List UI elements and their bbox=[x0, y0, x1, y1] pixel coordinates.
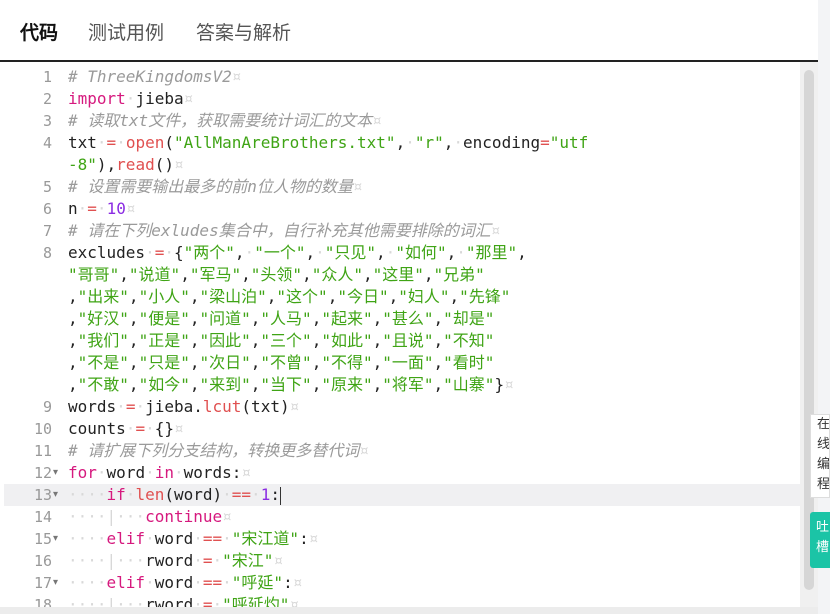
code-line[interactable]: 8 excludes·=·{"两个",·"一个",·"只见",·"如何",·"那里… bbox=[4, 242, 804, 264]
code-line[interactable]: 13 ▾ ····if·len(word)·==·1: bbox=[4, 484, 804, 506]
code-text[interactable]: # 请在下列exludes集合中，自行补充其他需要排除的词汇¤ bbox=[68, 220, 500, 242]
code-text[interactable]: n·=·10¤ bbox=[68, 198, 135, 220]
line-number: 2 bbox=[42, 90, 52, 108]
line-number: 13 bbox=[33, 486, 52, 504]
code-line[interactable]: 10 counts·=·{}¤ bbox=[4, 418, 804, 440]
code-text[interactable]: ····if·len(word)·==·1: bbox=[68, 484, 281, 506]
tab-test-cases[interactable]: 测试用例 bbox=[88, 18, 164, 45]
code-line[interactable]: 1 # ThreeKingdomsV2¤ bbox=[4, 66, 804, 88]
line-number: 9 bbox=[42, 398, 52, 416]
code-text[interactable]: ····elif·word·==·"宋江道":¤ bbox=[68, 528, 318, 550]
code-line[interactable]: ,"不敢","如今","来到","当下","原来","将军","山寨"}¤ bbox=[4, 374, 804, 396]
code-line[interactable]: 6 n·=·10¤ bbox=[4, 198, 804, 220]
code-text[interactable]: -8"),read()¤ bbox=[68, 154, 184, 176]
code-text[interactable]: import·jieba¤ bbox=[68, 88, 193, 110]
line-number: 16 bbox=[33, 552, 52, 570]
tab-answer-analysis[interactable]: 答案与解析 bbox=[196, 18, 291, 45]
code-line[interactable]: ,"出来","小人","梁山泊","这个","今日","妇人","先锋" bbox=[4, 286, 804, 308]
line-number: 1 bbox=[42, 68, 52, 86]
code-panel: 代码 测试用例 答案与解析 1 # ThreeKingdomsV2¤ 2 import… bbox=[0, 0, 818, 614]
tab-code[interactable]: 代码 bbox=[20, 18, 58, 45]
line-number: 15 bbox=[33, 530, 52, 548]
code-text[interactable]: for·word·in·words:¤ bbox=[68, 462, 251, 484]
code-text[interactable]: ,"不是","只是","次日","不曾","不得","一面","看时" bbox=[68, 352, 494, 374]
code-text[interactable]: ,"我们","正是","因此","三个","如此","且说","不知" bbox=[68, 330, 494, 352]
code-line[interactable]: ,"不是","只是","次日","不曾","不得","一面","看时" bbox=[4, 352, 804, 374]
code-line[interactable]: 3 # 读取txt文件，获取需要统计词汇的文本¤ bbox=[4, 110, 804, 132]
code-line[interactable]: 4 txt·=·open("AllManAreBrothers.txt",·"r"… bbox=[4, 132, 804, 154]
code-text[interactable]: ,"出来","小人","梁山泊","这个","今日","妇人","先锋" bbox=[68, 286, 510, 308]
side-note: 在线编程 bbox=[810, 414, 830, 498]
code-text[interactable]: ····elif·word·==·"呼延":¤ bbox=[68, 572, 302, 594]
code-text[interactable]: # 设置需要输出最多的前n位人物的数量¤ bbox=[68, 176, 363, 198]
line-number: 8 bbox=[42, 244, 52, 262]
line-number: 10 bbox=[33, 420, 52, 438]
code-text[interactable]: words·=·jieba.lcut(txt)¤ bbox=[68, 396, 299, 418]
code-text[interactable]: ,"不敢","如今","来到","当下","原来","将军","山寨"}¤ bbox=[68, 374, 514, 396]
code-line[interactable]: 9 words·=·jieba.lcut(txt)¤ bbox=[4, 396, 804, 418]
fold-arrow-icon[interactable]: ▾ bbox=[53, 528, 58, 550]
line-number: 4 bbox=[42, 134, 52, 152]
code-line[interactable]: 18 ····|···rword·=·"呼延灼"¤ bbox=[4, 594, 804, 607]
code-text[interactable]: # 读取txt文件，获取需要统计词汇的文本¤ bbox=[68, 110, 382, 132]
code-editor[interactable]: 1 # ThreeKingdomsV2¤ 2 import·jieba¤ 3 # 读取tx… bbox=[4, 62, 818, 607]
code-line[interactable]: ,"好汉","便是","问道","人马","起来","甚么","却是" bbox=[4, 308, 804, 330]
code-line[interactable]: 7 # 请在下列exludes集合中，自行补充其他需要排除的词汇¤ bbox=[4, 220, 804, 242]
line-number: 7 bbox=[42, 222, 52, 240]
code-line[interactable]: 15 ▾ ····elif·word·==·"宋江道":¤ bbox=[4, 528, 804, 550]
line-number: 5 bbox=[42, 178, 52, 196]
code-line[interactable]: 16 ····|···rword·=·"宋江"¤ bbox=[4, 550, 804, 572]
code-text[interactable]: # ThreeKingdomsV2¤ bbox=[68, 66, 241, 88]
code-text[interactable]: ····|···rword·=·"宋江"¤ bbox=[68, 550, 283, 572]
code-text[interactable]: excludes·=·{"两个",·"一个",·"只见",·"如何",·"那里"… bbox=[68, 242, 527, 264]
code-text[interactable]: txt·=·open("AllManAreBrothers.txt",·"r",… bbox=[68, 132, 588, 154]
code-line[interactable]: -8"),read()¤ bbox=[4, 154, 804, 176]
code-text[interactable]: ,"好汉","便是","问道","人马","起来","甚么","却是" bbox=[68, 308, 494, 330]
line-number: 12 bbox=[33, 464, 52, 482]
code-line[interactable]: 14 ····|···continue¤ bbox=[4, 506, 804, 528]
line-number: 3 bbox=[42, 112, 52, 130]
code-line[interactable]: "哥哥","说道","军马","头领","众人","这里","兄弟" bbox=[4, 264, 804, 286]
code-line[interactable]: 12 ▾ for·word·in·words:¤ bbox=[4, 462, 804, 484]
line-number: 6 bbox=[42, 200, 52, 218]
code-text[interactable]: ····|···continue¤ bbox=[68, 506, 232, 528]
line-number: 17 bbox=[33, 574, 52, 592]
text-cursor bbox=[279, 486, 281, 505]
line-number: 14 bbox=[33, 508, 52, 526]
tab-bar: 代码 测试用例 答案与解析 bbox=[0, 0, 818, 62]
line-number: 18 bbox=[33, 596, 52, 607]
line-number: 11 bbox=[33, 442, 52, 460]
code-text[interactable]: ····|···rword·=·"呼延灼"¤ bbox=[68, 594, 299, 607]
feedback-button[interactable]: 吐槽 bbox=[810, 512, 830, 568]
code-line[interactable]: 17 ▾ ····elif·word·==·"呼延":¤ bbox=[4, 572, 804, 594]
horizontal-scrollbar[interactable] bbox=[0, 607, 818, 614]
code-line[interactable]: ,"我们","正是","因此","三个","如此","且说","不知" bbox=[4, 330, 804, 352]
code-text[interactable]: counts·=·{}¤ bbox=[68, 418, 184, 440]
fold-arrow-icon[interactable]: ▾ bbox=[53, 484, 58, 506]
fold-arrow-icon[interactable]: ▾ bbox=[53, 462, 58, 484]
fold-arrow-icon[interactable]: ▾ bbox=[53, 572, 58, 594]
code-line[interactable]: 5 # 设置需要输出最多的前n位人物的数量¤ bbox=[4, 176, 804, 198]
code-text[interactable]: # 请扩展下列分支结构，转换更多替代词¤ bbox=[68, 440, 369, 462]
code-line[interactable]: 11 # 请扩展下列分支结构，转换更多替代词¤ bbox=[4, 440, 804, 462]
code-line[interactable]: 2 import·jieba¤ bbox=[4, 88, 804, 110]
code-text[interactable]: "哥哥","说道","军马","头领","众人","这里","兄弟" bbox=[68, 264, 485, 286]
